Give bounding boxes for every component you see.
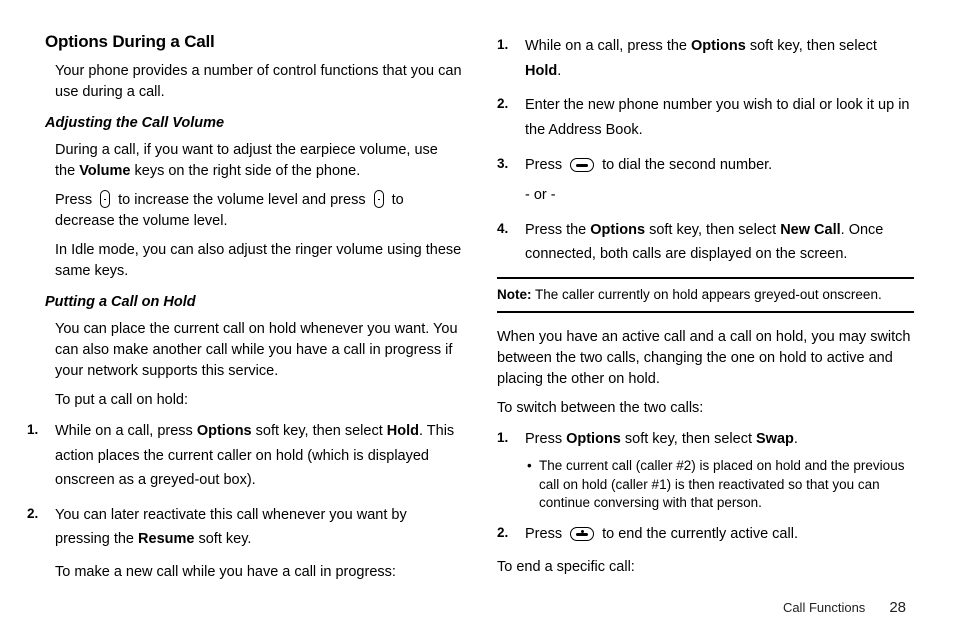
or-divider: - or -: [525, 183, 914, 208]
dial-key-icon: [570, 158, 594, 172]
text: .: [557, 63, 561, 79]
volume-up-icon: [100, 190, 110, 208]
text: While on a call, press the: [525, 38, 691, 54]
page-footer: Call Functions 28: [783, 599, 906, 616]
step-number: 1.: [497, 34, 508, 57]
note-box: Note: The caller currently on hold appea…: [497, 277, 914, 313]
swap-sublist: The current call (caller #2) is placed o…: [525, 457, 914, 512]
step-number: 2.: [27, 503, 38, 526]
switch-paragraph-1: When you have an active call and a call …: [497, 327, 914, 390]
heading-adjust-volume: Adjusting the Call Volume: [45, 113, 462, 134]
end-key-icon: [570, 527, 594, 541]
step-number: 1.: [497, 427, 508, 450]
text: Press: [525, 431, 566, 447]
list-item: The current call (caller #2) is placed o…: [539, 457, 914, 512]
text: .: [794, 431, 798, 447]
list-item: 2. Press to end the currently active cal…: [525, 522, 914, 547]
right-column: 1. While on a call, press the Options so…: [497, 30, 914, 580]
note-label: Note:: [497, 287, 532, 302]
step-number: 1.: [27, 419, 38, 442]
text: to end the currently active call.: [598, 526, 798, 542]
text: Enter the new phone number you wish to d…: [525, 97, 909, 138]
page-number: 28: [889, 599, 906, 616]
list-item: 1. While on a call, press the Options so…: [525, 34, 914, 83]
switch-paragraph-2: To switch between the two calls:: [497, 398, 914, 419]
left-column: Options During a Call Your phone provide…: [40, 30, 462, 580]
volume-paragraph-3: In Idle mode, you can also adjust the ri…: [45, 240, 462, 282]
volume-key-label: Volume: [79, 163, 130, 179]
text: soft key, then select: [621, 431, 756, 447]
text: soft key, then select: [252, 423, 387, 439]
text: soft key, then select: [746, 38, 877, 54]
heading-put-call-on-hold: Putting a Call on Hold: [45, 292, 462, 313]
end-specific-call-paragraph: To end a specific call:: [497, 557, 914, 578]
list-item: 4. Press the Options soft key, then sele…: [525, 218, 914, 267]
hold-paragraph-1: You can place the current call on hold w…: [45, 319, 462, 382]
options-softkey-label: Options: [197, 423, 252, 439]
step-number: 4.: [497, 218, 508, 241]
step-number: 2.: [497, 522, 508, 545]
text: to increase the volume level and press: [114, 192, 370, 208]
heading-options-during-call: Options During a Call: [45, 30, 462, 55]
options-softkey-label: Options: [566, 431, 621, 447]
text: soft key.: [194, 531, 251, 547]
hold-steps-list: 1. While on a call, press Options soft k…: [45, 419, 462, 552]
volume-paragraph-1: During a call, if you want to adjust the…: [45, 140, 462, 182]
note-text: The caller currently on hold appears gre…: [532, 287, 882, 302]
list-item: 1. Press Options soft key, then select S…: [525, 427, 914, 512]
hold-label: Hold: [525, 63, 557, 79]
text: Press: [525, 526, 566, 542]
step-number: 2.: [497, 93, 508, 116]
new-call-steps-list: 1. While on a call, press the Options so…: [497, 34, 914, 267]
text: While on a call, press: [55, 423, 197, 439]
hold-paragraph-2: To put a call on hold:: [45, 390, 462, 411]
text: Press: [525, 157, 566, 173]
list-item: 3. Press to dial the second number. - or…: [525, 153, 914, 208]
intro-paragraph: Your phone provides a number of control …: [45, 61, 462, 103]
footer-section-label: Call Functions: [783, 600, 865, 615]
hold-label: Hold: [387, 423, 419, 439]
swap-label: Swap: [756, 431, 794, 447]
options-softkey-label: Options: [590, 222, 645, 238]
list-item: 2. You can later reactivate this call wh…: [55, 503, 462, 552]
step-number: 3.: [497, 153, 508, 176]
resume-softkey-label: Resume: [138, 531, 194, 547]
text: keys on the right side of the phone.: [130, 163, 360, 179]
list-item: 2. Enter the new phone number you wish t…: [525, 93, 914, 142]
text: Press: [55, 192, 96, 208]
list-item: 1. While on a call, press Options soft k…: [55, 419, 462, 493]
hold-paragraph-3: To make a new call while you have a call…: [45, 562, 462, 583]
volume-paragraph-2: Press to increase the volume level and p…: [45, 190, 462, 232]
new-call-label: New Call: [780, 222, 840, 238]
volume-down-icon: [374, 190, 384, 208]
text: Press the: [525, 222, 590, 238]
options-softkey-label: Options: [691, 38, 746, 54]
page-columns: Options During a Call Your phone provide…: [40, 30, 914, 580]
switch-steps-list: 1. Press Options soft key, then select S…: [497, 427, 914, 547]
text: soft key, then select: [645, 222, 780, 238]
text: to dial the second number.: [598, 157, 772, 173]
